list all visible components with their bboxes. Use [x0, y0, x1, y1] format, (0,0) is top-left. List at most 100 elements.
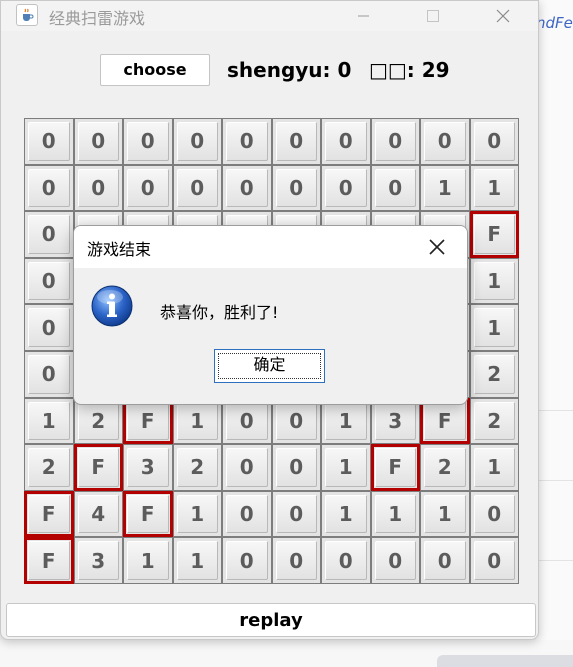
ok-button[interactable]: 确定: [214, 349, 325, 383]
cell-value: 0: [41, 269, 56, 294]
flagged-cell[interactable]: F: [370, 444, 420, 491]
cell-value: 0: [388, 129, 403, 154]
grid-cell[interactable]: 0: [321, 537, 371, 584]
cell-value: F: [437, 408, 452, 433]
cell-value: 1: [437, 175, 452, 200]
grid-cell[interactable]: 1: [469, 304, 519, 351]
grid-cell[interactable]: 2: [172, 444, 222, 491]
grid-cell[interactable]: 0: [321, 118, 371, 165]
grid-cell[interactable]: 0: [469, 490, 519, 538]
grid-cell[interactable]: 0: [469, 537, 519, 584]
cell-value: 2: [41, 455, 56, 480]
grid-cell[interactable]: 0: [172, 164, 222, 212]
grid-cell[interactable]: 3: [73, 537, 123, 584]
grid-cell[interactable]: 0: [370, 537, 420, 584]
maximize-button[interactable]: [410, 1, 456, 31]
grid-cell[interactable]: 0: [172, 118, 222, 165]
grid-cell[interactable]: 0: [222, 444, 272, 491]
flagged-cell[interactable]: F: [24, 537, 74, 584]
minimize-button[interactable]: [341, 1, 387, 31]
grid-cell[interactable]: 2: [420, 444, 470, 491]
grid-cell[interactable]: 0: [420, 537, 470, 584]
grid-cell[interactable]: 1: [420, 164, 470, 212]
grid-cell[interactable]: 0: [370, 118, 420, 165]
cell-value: 1: [487, 455, 502, 480]
cell-value: 3: [140, 455, 155, 480]
grid-cell[interactable]: 2: [24, 444, 74, 491]
close-button[interactable]: [480, 1, 526, 31]
grid-cell[interactable]: 0: [222, 118, 272, 165]
cell-value: 0: [487, 129, 502, 154]
cell-value: 1: [437, 502, 452, 527]
cell-value: 1: [338, 408, 353, 433]
grid-cell[interactable]: 0: [222, 490, 272, 538]
cell-value: 1: [487, 269, 502, 294]
replay-button[interactable]: replay: [6, 603, 536, 637]
cell-value: 3: [91, 548, 106, 573]
grid-cell[interactable]: 0: [24, 164, 74, 212]
grid-cell[interactable]: 0: [271, 444, 321, 491]
cell-value: 1: [190, 548, 205, 573]
flagged-cell[interactable]: F: [469, 211, 519, 258]
cell-value: 0: [190, 175, 205, 200]
grid-cell[interactable]: 2: [469, 397, 519, 445]
grid-cell[interactable]: 0: [370, 164, 420, 212]
cell-value: 0: [41, 362, 56, 387]
cell-value: 2: [437, 455, 452, 480]
grid-cell[interactable]: 0: [222, 537, 272, 584]
cell-value: 0: [338, 175, 353, 200]
grid-cell[interactable]: 0: [469, 118, 519, 165]
cell-value: 0: [289, 408, 304, 433]
remaining-counter: shengyu: 0: [227, 58, 352, 82]
grid-cell[interactable]: 1: [172, 490, 222, 538]
mine-counter: □□: 29: [369, 58, 450, 82]
grid-cell[interactable]: 1: [321, 444, 371, 491]
cell-value: 0: [487, 502, 502, 527]
title-bar: 经典扫雷游戏: [1, 1, 538, 31]
cell-value: F: [41, 502, 56, 527]
grid-cell[interactable]: 0: [73, 118, 123, 165]
flagged-cell[interactable]: F: [123, 490, 173, 538]
grid-cell[interactable]: 1: [24, 397, 74, 445]
flagged-cell[interactable]: F: [73, 444, 123, 491]
cell-value: 0: [388, 175, 403, 200]
grid-cell[interactable]: 0: [123, 118, 173, 165]
grid-cell[interactable]: 1: [370, 490, 420, 538]
grid-cell[interactable]: 0: [24, 211, 74, 258]
grid-cell[interactable]: 0: [271, 490, 321, 538]
cell-value: 0: [91, 129, 106, 154]
cell-value: 0: [41, 222, 56, 247]
grid-cell[interactable]: 0: [321, 164, 371, 212]
grid-cell[interactable]: 3: [123, 444, 173, 491]
grid-cell[interactable]: 0: [271, 164, 321, 212]
grid-cell[interactable]: 1: [123, 537, 173, 584]
grid-cell[interactable]: 0: [271, 537, 321, 584]
grid-cell[interactable]: 0: [24, 350, 74, 398]
grid-cell[interactable]: 1: [469, 444, 519, 491]
grid-cell[interactable]: 0: [222, 164, 272, 212]
dialog-title: 游戏结束: [87, 240, 152, 259]
flagged-cell[interactable]: F: [24, 490, 74, 538]
cell-value: 2: [190, 455, 205, 480]
grid-cell[interactable]: 0: [123, 164, 173, 212]
cell-value: 0: [140, 175, 155, 200]
dialog-close-icon[interactable]: [428, 238, 446, 256]
grid-cell[interactable]: 0: [73, 164, 123, 212]
cell-value: 0: [437, 548, 452, 573]
grid-cell[interactable]: 0: [24, 304, 74, 351]
grid-cell[interactable]: 2: [469, 350, 519, 398]
grid-cell[interactable]: 1: [469, 257, 519, 305]
grid-cell[interactable]: 0: [271, 118, 321, 165]
grid-cell[interactable]: 0: [24, 257, 74, 305]
cell-value: 0: [289, 455, 304, 480]
choose-button[interactable]: choose: [100, 54, 210, 86]
grid-cell[interactable]: 1: [420, 490, 470, 538]
cell-value: F: [91, 455, 106, 480]
grid-cell[interactable]: 1: [172, 537, 222, 584]
grid-cell[interactable]: 0: [24, 118, 74, 165]
grid-cell[interactable]: 0: [420, 118, 470, 165]
grid-cell[interactable]: 1: [469, 164, 519, 212]
grid-cell[interactable]: 4: [73, 490, 123, 538]
cell-value: 0: [289, 502, 304, 527]
grid-cell[interactable]: 1: [321, 490, 371, 538]
